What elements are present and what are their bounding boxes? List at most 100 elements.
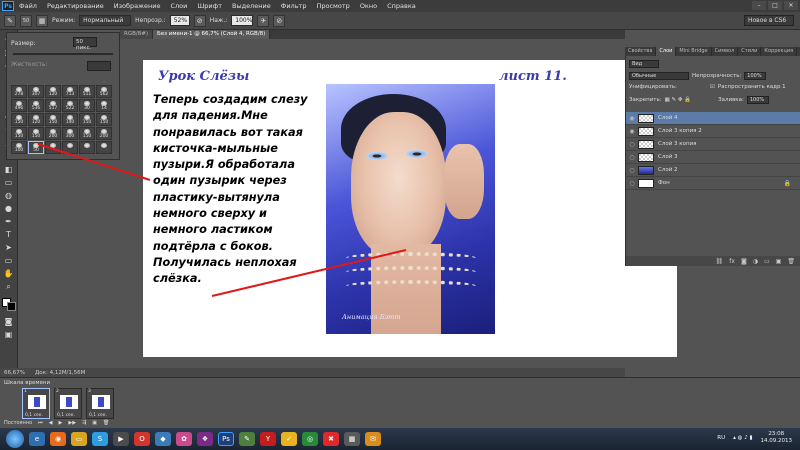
brush-preset[interactable]: 517 — [45, 99, 61, 112]
shape-tool-icon[interactable]: ▭ — [2, 255, 16, 266]
quick-mask-icon[interactable]: ◙ — [2, 316, 16, 327]
timeline-frame[interactable]: 1 0,1 сек. — [22, 388, 50, 419]
blend-mode-select[interactable]: Обычные — [629, 72, 689, 80]
menu-layers[interactable]: Слои — [165, 2, 192, 10]
brush-preset[interactable]: 562 — [96, 85, 112, 98]
app-icon[interactable]: ◆ — [155, 432, 171, 446]
folder-icon[interactable]: ▭ — [71, 432, 87, 446]
menu-window[interactable]: Окно — [355, 2, 382, 10]
brush-preset[interactable]: 30 — [79, 99, 95, 112]
layer-row[interactable]: ◉ Слой 4 — [626, 112, 800, 125]
layer-visibility-icon[interactable]: ○ — [626, 154, 638, 161]
brush-hardness-slider[interactable] — [87, 61, 111, 71]
document-canvas[interactable]: Урок Слёзы лист 11. Теперь создадим слез… — [143, 60, 677, 357]
brush-preset[interactable]: 120 — [28, 113, 44, 126]
app-icon[interactable]: ✎ — [239, 432, 255, 446]
new-group-icon[interactable]: ▭ — [764, 258, 770, 265]
airbrush-icon[interactable]: ✈ — [257, 14, 270, 27]
menu-edit[interactable]: Редактирование — [42, 2, 109, 10]
layer-visibility-icon[interactable]: ◉ — [626, 128, 638, 135]
layer-row[interactable]: ○ Фон 🔒 — [626, 177, 800, 190]
brush-preset[interactable]: 100 — [11, 141, 27, 154]
brush-preset[interactable]: 14 — [96, 99, 112, 112]
menu-type[interactable]: Шрифт — [192, 2, 227, 10]
next-frame-icon[interactable]: ▶▶ — [68, 420, 76, 426]
tab-layers[interactable]: Слои — [656, 47, 677, 56]
brush-preset[interactable]: 150 — [45, 113, 61, 126]
layer-row[interactable]: ○ Слой 2 — [626, 164, 800, 177]
zoom-level[interactable]: 66,67% — [4, 370, 25, 376]
app-icon[interactable]: ✓ — [281, 432, 297, 446]
brush-preset[interactable]: 307 — [28, 85, 44, 98]
layer-opacity-field[interactable]: 100% — [744, 72, 767, 80]
brush-preset[interactable]: 713 — [62, 85, 78, 98]
menu-file[interactable]: Файл — [14, 2, 42, 10]
brush-preset[interactable] — [96, 141, 112, 154]
background-color[interactable] — [6, 302, 16, 311]
yandex-icon[interactable]: Y — [260, 432, 276, 446]
layer-row[interactable]: ○ Слой 3 копия — [626, 138, 800, 151]
app-icon[interactable]: ✿ — [176, 432, 192, 446]
app-icon[interactable]: ✖ — [323, 432, 339, 446]
tab-adjustments[interactable]: Коррекция — [761, 47, 798, 56]
dodge-tool-icon[interactable]: ● — [2, 203, 16, 214]
frame-delay[interactable]: 0,1 сек. — [89, 413, 107, 418]
loop-select[interactable]: Постоянно — [4, 420, 32, 426]
blur-tool-icon[interactable]: ◍ — [2, 190, 16, 201]
start-button[interactable] — [6, 430, 24, 448]
menu-image[interactable]: Изображение — [109, 2, 166, 10]
brush-preset[interactable]: 150 — [79, 113, 95, 126]
adjustment-layer-icon[interactable]: ◑ — [753, 258, 758, 265]
brush-preset[interactable]: 511 — [79, 85, 95, 98]
brush-preset[interactable]: 50 — [28, 141, 44, 154]
skype-icon[interactable]: S — [92, 432, 108, 446]
tray-icons[interactable]: ▴ ◍ ♪ ▮ — [733, 435, 752, 441]
brush-panel-toggle-icon[interactable]: ▦ — [36, 14, 48, 27]
firefox-icon[interactable]: ◉ — [50, 432, 66, 446]
add-mask-icon[interactable]: ◙ — [741, 258, 747, 265]
workspace-select[interactable]: Новое в CS6 — [744, 15, 794, 26]
link-layers-icon[interactable]: ⛓ — [716, 258, 724, 265]
brush-preset[interactable]: 120 — [45, 85, 61, 98]
brush-preset[interactable]: 200 — [45, 127, 61, 140]
layer-visibility-icon[interactable]: ◉ — [626, 115, 638, 122]
eraser-tool-icon[interactable]: ◧ — [2, 164, 16, 175]
path-select-tool-icon[interactable]: ➤ — [2, 242, 16, 253]
tab-properties[interactable]: Свойства — [625, 47, 657, 56]
app-icon[interactable]: ✉ — [365, 432, 381, 446]
app-icon[interactable]: ◎ — [302, 432, 318, 446]
brush-preset-picker[interactable]: 50 — [20, 14, 32, 27]
close-button[interactable]: ✕ — [784, 1, 798, 10]
tab-styles[interactable]: Стили — [738, 47, 762, 56]
flow-field[interactable]: 100% — [231, 15, 254, 26]
layer-row[interactable]: ○ Слой 3 — [626, 151, 800, 164]
brush-preset[interactable]: 200 — [96, 127, 112, 140]
opacity-field[interactable]: 52% — [169, 15, 190, 26]
ie-icon[interactable]: e — [29, 432, 45, 446]
layer-filter-select[interactable]: Вид — [629, 60, 659, 68]
clock[interactable]: 23:08 14.09.2013 — [761, 431, 793, 445]
minimize-button[interactable]: – — [752, 1, 766, 10]
media-player-icon[interactable]: ▶ — [113, 432, 129, 446]
layer-visibility-icon[interactable]: ○ — [626, 180, 638, 187]
color-swatches[interactable] — [1, 298, 16, 314]
menu-help[interactable]: Справка — [382, 2, 421, 10]
zoom-tool-icon[interactable]: ⌕ — [2, 281, 16, 292]
pen-tool-icon[interactable]: ✒ — [2, 216, 16, 227]
document-tab[interactable]: RGB/8#) — [120, 30, 153, 39]
opera-icon[interactable]: O — [134, 432, 150, 446]
brush-preset[interactable]: 522 — [62, 99, 78, 112]
app-icon[interactable]: ▦ — [344, 432, 360, 446]
layer-style-icon[interactable]: fx — [729, 258, 735, 265]
brush-tool-icon[interactable]: ✎ — [4, 14, 16, 27]
hand-tool-icon[interactable]: ✋ — [2, 268, 16, 279]
new-frame-icon[interactable]: ▣ — [92, 420, 97, 426]
layer-visibility-icon[interactable]: ○ — [626, 141, 638, 148]
brush-preset[interactable] — [79, 141, 95, 154]
pressure-opacity-icon[interactable]: ⊘ — [193, 14, 206, 27]
tab-character[interactable]: Символ — [712, 47, 739, 56]
brush-preset[interactable]: 140 — [62, 113, 78, 126]
timeline-frame[interactable]: 2 0,1 сек. — [54, 388, 82, 419]
maximize-button[interactable]: □ — [768, 1, 782, 10]
document-tab-active[interactable]: Без имени-1 @ 66,7% (Слой 4, RGB/8) — [152, 30, 271, 39]
